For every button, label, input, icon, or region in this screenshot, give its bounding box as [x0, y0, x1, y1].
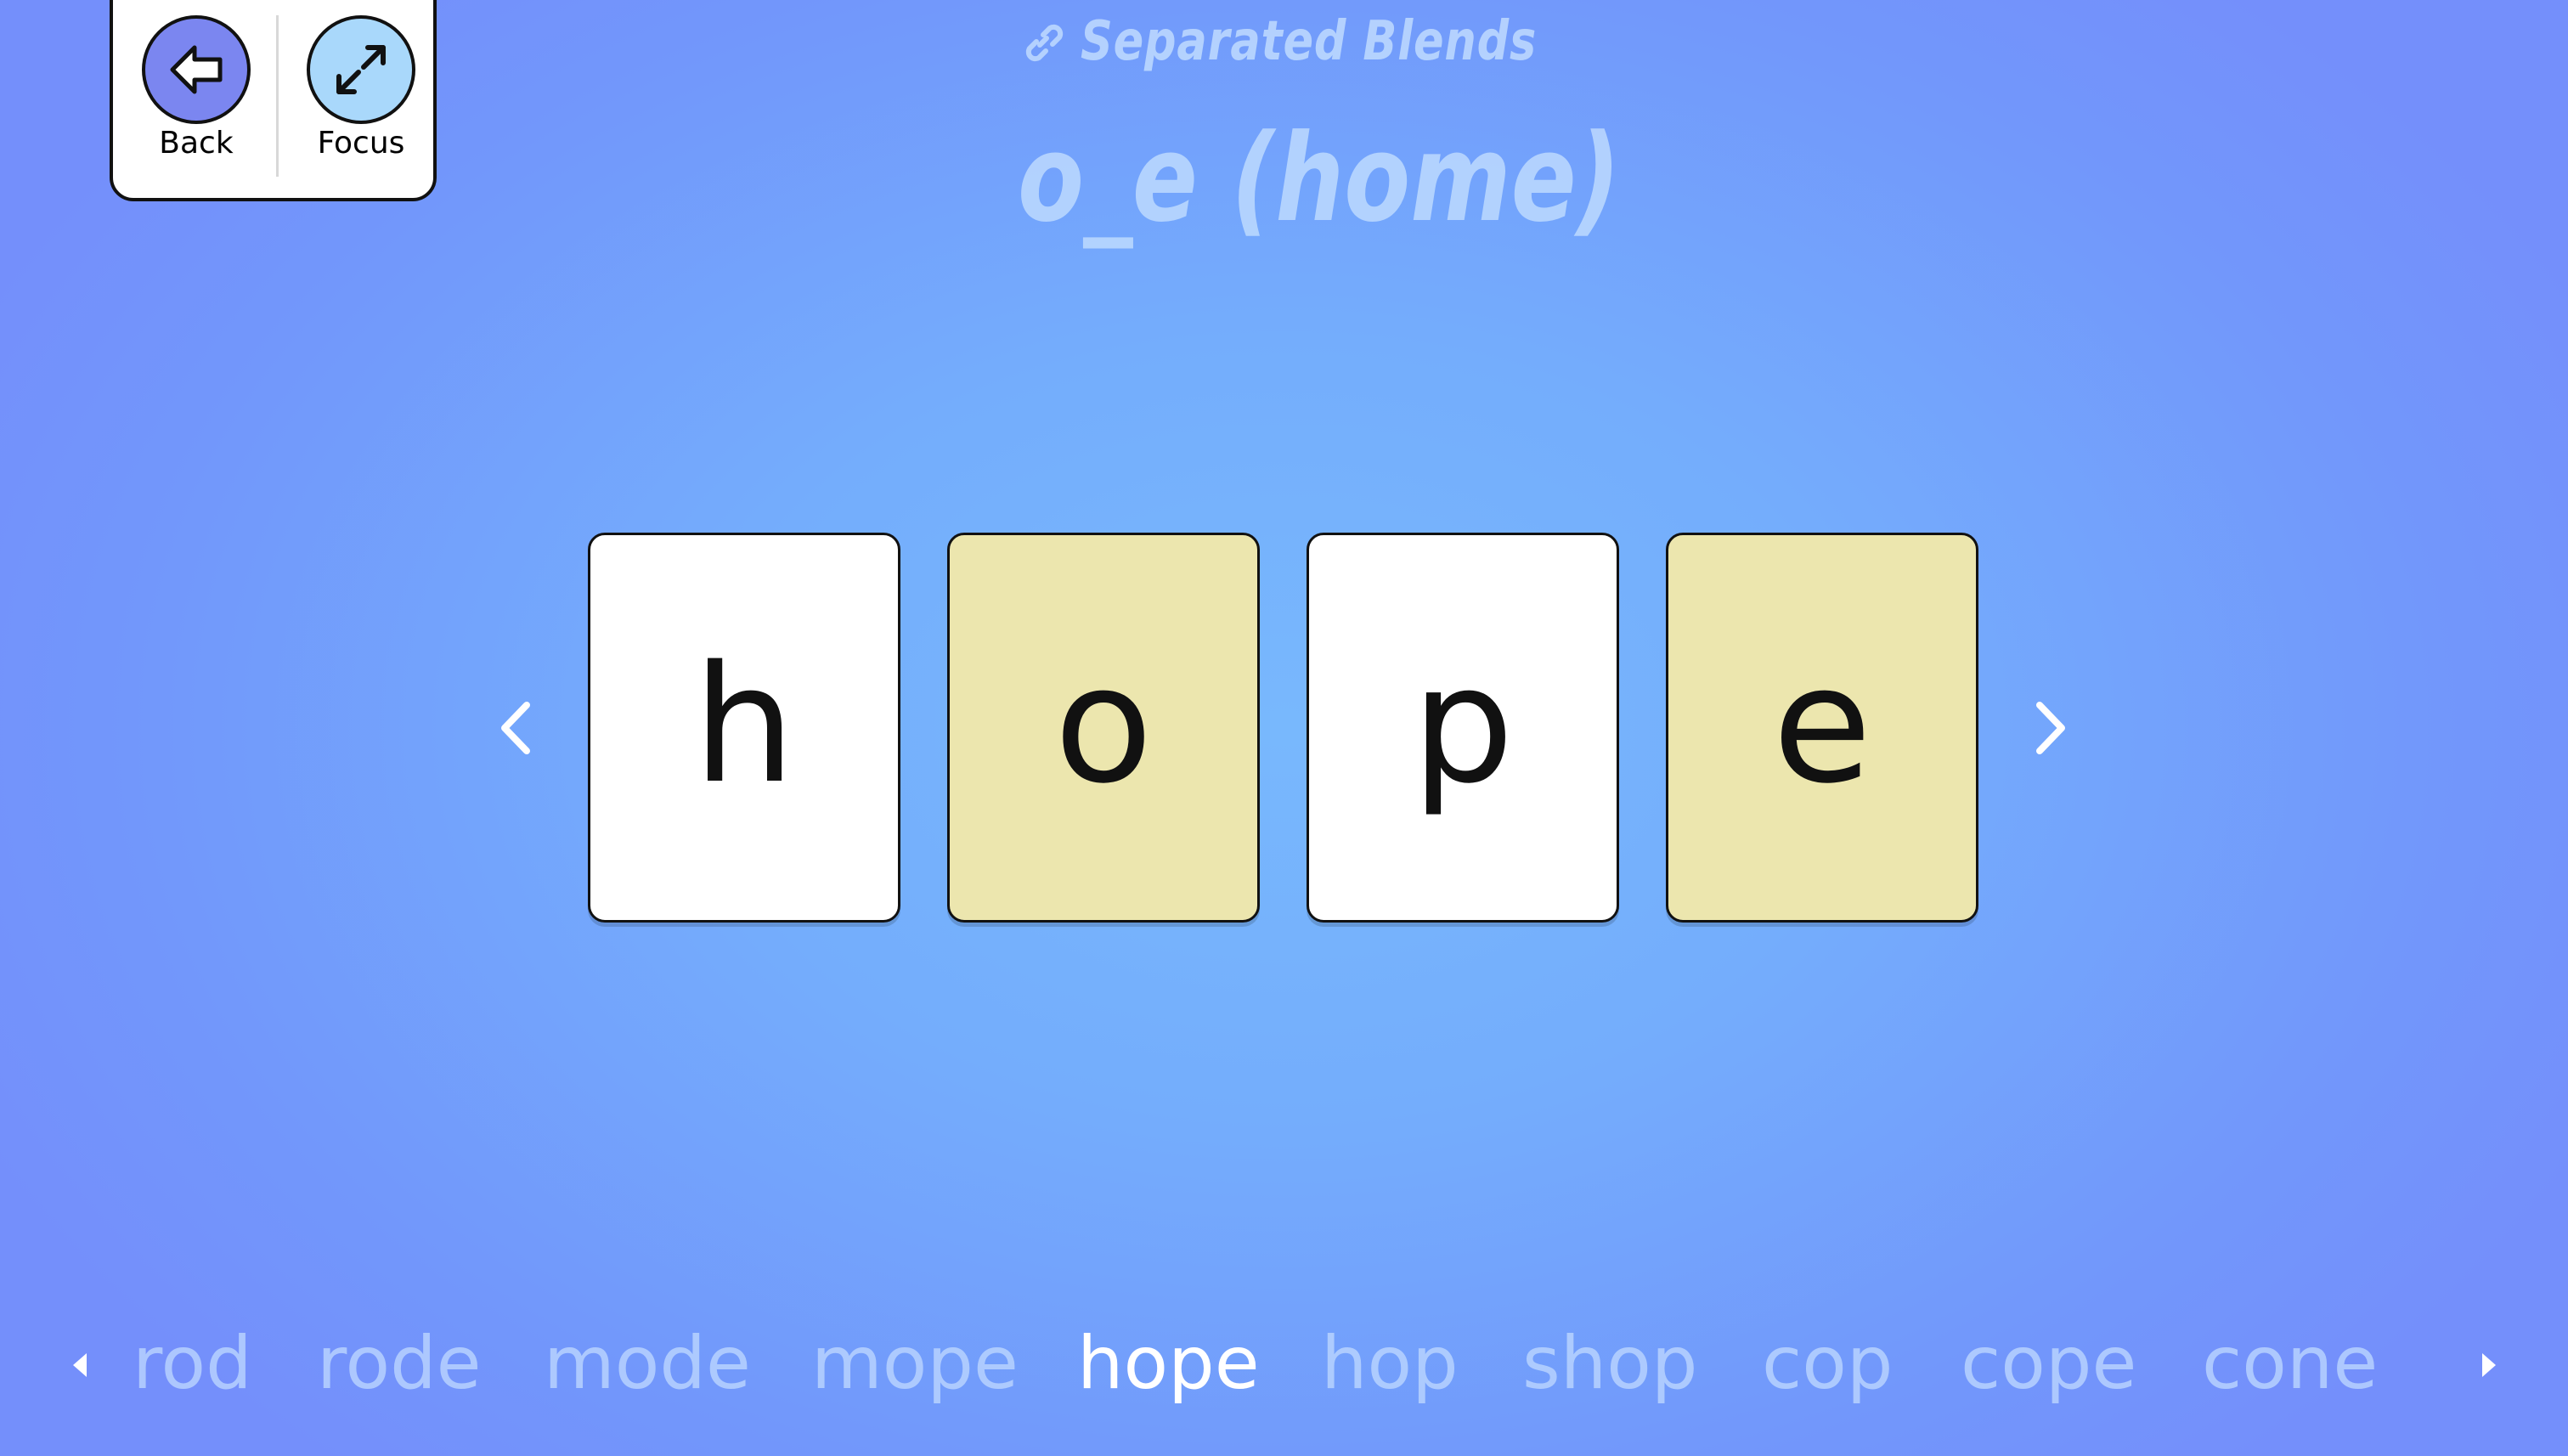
chevron-left-icon: [501, 702, 530, 754]
focus-label: Focus: [317, 126, 405, 161]
back-label: Back: [159, 126, 234, 161]
word-item-cope[interactable]: cope: [1961, 1312, 2136, 1414]
word-item-hop[interactable]: hop: [1321, 1312, 1459, 1414]
focus-button[interactable]: Focus: [293, 15, 429, 161]
letter-cards: h o p e: [588, 533, 1978, 923]
letter-card-e[interactable]: e: [1666, 533, 1978, 923]
chevron-right-icon: [2036, 702, 2065, 754]
word-strip-prev-button[interactable]: [63, 1348, 97, 1382]
link-icon: [1025, 24, 1064, 62]
next-word-button[interactable]: [2017, 690, 2085, 766]
category-title: Separated Blends: [1081, 10, 1538, 73]
word-item-rod[interactable]: rod: [133, 1312, 252, 1414]
card-letter: o: [1053, 630, 1154, 819]
arrow-left-icon: [170, 45, 223, 94]
category-heading: Separated Blends: [1019, 10, 1637, 73]
letter-card-p[interactable]: p: [1307, 533, 1619, 923]
lesson-title: o_e (home): [1018, 109, 1621, 249]
card-letter: e: [1772, 630, 1872, 819]
letter-card-o[interactable]: o: [947, 533, 1260, 923]
word-item-rode[interactable]: rode: [317, 1312, 482, 1414]
card-letter: p: [1411, 630, 1515, 819]
previous-word-button[interactable]: [482, 690, 550, 766]
back-button[interactable]: Back: [128, 15, 264, 161]
word-strip: rod rode mode mope hope hop shop cop cop…: [0, 1312, 2568, 1414]
toolbar-divider: [276, 15, 279, 177]
expand-arrows-icon: [336, 45, 386, 94]
caret-left-icon: [73, 1353, 87, 1377]
toolbar: Back Focus: [110, 0, 437, 201]
word-item-cone[interactable]: cone: [2202, 1312, 2378, 1414]
focus-button-circle[interactable]: [307, 15, 415, 124]
word-strip-next-button[interactable]: [2472, 1348, 2506, 1382]
card-letter: h: [692, 630, 796, 819]
caret-right-icon: [2482, 1353, 2496, 1377]
word-item-mope[interactable]: mope: [811, 1312, 1019, 1414]
word-item-mode[interactable]: mode: [544, 1312, 751, 1414]
letter-card-h[interactable]: h: [588, 533, 900, 923]
back-button-circle[interactable]: [142, 15, 251, 124]
word-item-shop[interactable]: shop: [1522, 1312, 1698, 1414]
word-item-cop[interactable]: cop: [1762, 1312, 1894, 1414]
word-item-hope-current[interactable]: hope: [1077, 1312, 1260, 1414]
